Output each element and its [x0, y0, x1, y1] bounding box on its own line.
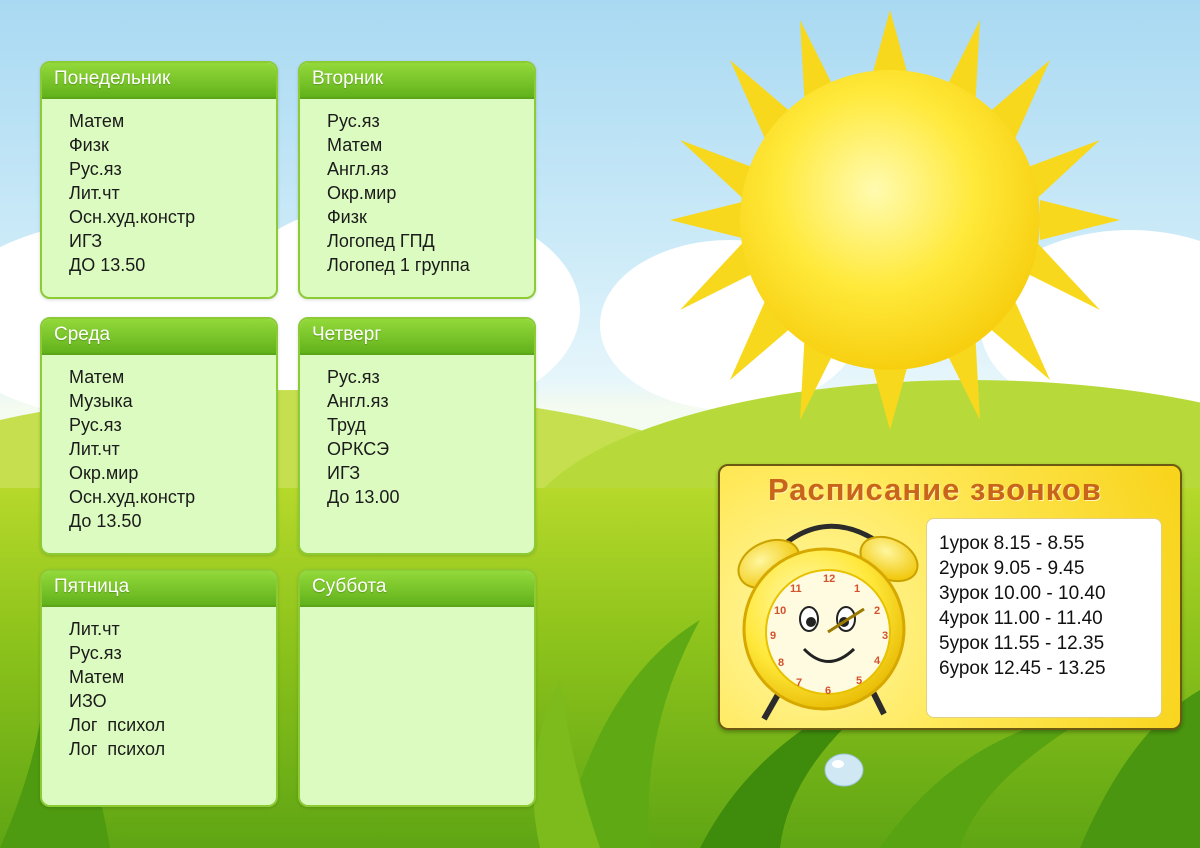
- lesson-item: Лог психол: [69, 715, 166, 735]
- lesson-list: Рус.яз Матем Англ.яз Окр.мир Физк Логопе…: [300, 99, 534, 277]
- bell-time-item: 2урок 9.05 - 9.45: [939, 558, 1085, 579]
- lesson-list: Лит.чт Рус.яз Матем ИЗО Лог психол Лог п…: [42, 607, 276, 761]
- day-card-saturday: Суббота: [298, 569, 536, 807]
- lesson-item: Рус.яз: [327, 111, 380, 131]
- svg-text:8: 8: [778, 657, 784, 669]
- svg-text:11: 11: [790, 583, 802, 595]
- bell-time-item: 1урок 8.15 - 8.55: [939, 533, 1085, 554]
- lesson-item: Осн.худ.констр: [69, 487, 196, 507]
- lesson-item: Логопед 1 группа: [327, 255, 470, 275]
- day-title: Пятница: [42, 571, 276, 607]
- lesson-item: Матем: [327, 135, 383, 155]
- lesson-item: Труд: [327, 415, 366, 435]
- sun-icon: [670, 10, 1120, 430]
- lesson-item: Физк: [327, 207, 367, 227]
- day-card-monday: Понедельник Матем Физк Рус.яз Лит.чт Осн…: [40, 61, 278, 299]
- bell-times-box: 1урок 8.15 - 8.55 2урок 9.05 - 9.45 3уро…: [926, 518, 1162, 718]
- lesson-item: Матем: [69, 667, 125, 687]
- svg-text:5: 5: [856, 675, 862, 687]
- bell-time-item: 6урок 12.45 - 13.25: [939, 658, 1106, 679]
- day-title: Суббота: [300, 571, 534, 607]
- dew-drop: [824, 753, 864, 787]
- bell-time-item: 5урок 11.55 - 12.35: [939, 633, 1105, 654]
- lesson-item: Окр.мир: [69, 463, 139, 483]
- lesson-item: Матем: [69, 111, 125, 131]
- lesson-item: ОРКСЭ: [327, 439, 390, 459]
- bell-schedule-panel: Расписание звонков 12 1 2 345 678 9 10 11: [718, 464, 1182, 730]
- lesson-item: Матем: [69, 367, 125, 387]
- lesson-item: Музыка: [69, 391, 133, 411]
- lesson-list: [300, 607, 534, 617]
- day-card-friday: Пятница Лит.чт Рус.яз Матем ИЗО Лог псих…: [40, 569, 278, 807]
- svg-text:9: 9: [770, 630, 776, 642]
- bell-time-item: 3урок 10.00 - 10.40: [939, 583, 1106, 604]
- lesson-item: Окр.мир: [327, 183, 397, 203]
- day-card-wednesday: Среда Матем Музыка Рус.яз Лит.чт Окр.мир…: [40, 317, 278, 555]
- day-title: Понедельник: [42, 63, 276, 99]
- lesson-item: Лог психол: [69, 739, 166, 759]
- lesson-item: Лит.чт: [69, 183, 120, 203]
- lesson-item: Англ.яз: [327, 391, 389, 411]
- svg-text:2: 2: [874, 605, 880, 617]
- lesson-item: Логопед ГПД: [327, 231, 435, 251]
- lesson-item: Рус.яз: [327, 367, 380, 387]
- lesson-item: Рус.яз: [69, 643, 122, 663]
- lesson-item: ИГЗ: [327, 463, 361, 483]
- lesson-list: Матем Физк Рус.яз Лит.чт Осн.худ.констр …: [42, 99, 276, 277]
- lesson-item: ИЗО: [69, 691, 107, 711]
- lesson-item: До 13.50: [69, 511, 142, 531]
- alarm-clock-icon: 1212 345 678 91011: [737, 523, 919, 721]
- lesson-item: Англ.яз: [327, 159, 389, 179]
- day-card-thursday: Четверг Рус.яз Англ.яз Труд ОРКСЭ ИГЗ До…: [298, 317, 536, 555]
- lesson-item: Осн.худ.констр: [69, 207, 196, 227]
- lesson-item: До 13.00: [327, 487, 400, 507]
- svg-text:3: 3: [882, 630, 888, 642]
- svg-text:4: 4: [874, 655, 881, 667]
- lesson-item: Лит.чт: [69, 619, 120, 639]
- day-card-tuesday: Вторник Рус.яз Матем Англ.яз Окр.мир Физ…: [298, 61, 536, 299]
- lesson-item: Лит.чт: [69, 439, 120, 459]
- svg-text:6: 6: [825, 685, 831, 697]
- lesson-item: ИГЗ: [69, 231, 103, 251]
- day-title: Среда: [42, 319, 276, 355]
- svg-text:1: 1: [854, 583, 860, 595]
- lesson-item: Рус.яз: [69, 415, 122, 435]
- lesson-item: Физк: [69, 135, 109, 155]
- lesson-list: Рус.яз Англ.яз Труд ОРКСЭ ИГЗ До 13.00: [300, 355, 534, 509]
- lesson-list: Матем Музыка Рус.яз Лит.чт Окр.мир Осн.х…: [42, 355, 276, 533]
- lesson-item: Рус.яз: [69, 159, 122, 179]
- day-title: Вторник: [300, 63, 534, 99]
- svg-text:10: 10: [774, 605, 786, 617]
- bell-schedule-title: Расписание звонков: [768, 472, 1102, 507]
- svg-text:12: 12: [823, 573, 835, 585]
- bell-time-item: 4урок 11.00 - 11.40: [939, 608, 1103, 629]
- day-title: Четверг: [300, 319, 534, 355]
- svg-text:7: 7: [796, 677, 802, 689]
- lesson-item: ДО 13.50: [69, 255, 146, 275]
